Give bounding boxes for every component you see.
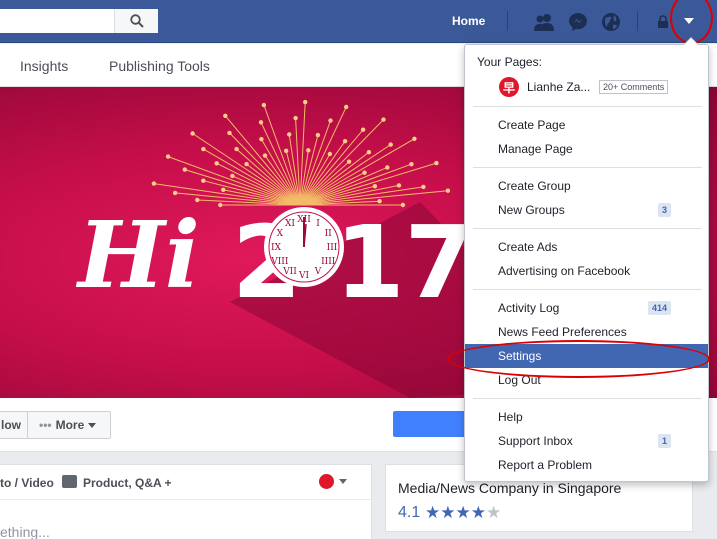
divider [473,228,702,229]
tab-publishing-tools[interactable]: Publishing Tools [109,58,210,74]
dots-icon: ••• [39,418,52,432]
menu-item-label: Advertising on Facebook [498,264,631,278]
cover-text-17: 17 [335,204,474,321]
page-name: Lianhe Za... [527,80,591,94]
page-logo: 早 [499,77,519,97]
product-icon [62,475,77,488]
count-badge: 1 [657,434,671,448]
svg-text:VIII: VIII [270,257,289,267]
divider [473,106,702,107]
privacy-shortcuts-button[interactable] [651,10,675,34]
menu-item-report-problem[interactable]: Report a Problem [465,453,708,477]
messenger-icon [569,13,587,31]
page-shortcut[interactable]: 早 Lianhe Za... 20+ Comments [499,77,699,99]
menu-item-label: Report a Problem [498,458,593,472]
globe-icon [602,13,620,31]
search-icon [129,14,144,28]
svg-text:V: V [314,267,322,277]
composer-input[interactable]: ething... [0,524,50,539]
comments-badge: 20+ Comments [599,80,669,94]
divider [507,11,508,31]
menu-item-label: Activity Log [498,301,560,315]
svg-text:X: X [277,229,284,239]
top-bar: Home [0,0,717,43]
follow-button[interactable]: low [0,411,28,439]
menu-item-settings[interactable]: Settings [465,344,708,368]
menu-item-support-inbox[interactable]: Support Inbox 1 [465,429,708,453]
menu-item-label: Create Ads [498,240,558,254]
product-qa-option[interactable]: Product, Q&A + [83,476,172,490]
menu-item-advertising[interactable]: Advertising on Facebook [465,259,708,283]
friends-icon [534,14,554,31]
count-badge: 3 [657,203,671,217]
caret-down-icon [88,422,97,428]
rating-value: 4.1 [398,504,421,521]
menu-item-help[interactable]: Help [465,405,708,429]
menu-item-create-group[interactable]: Create Group [465,174,708,198]
divider [637,11,638,31]
star-rating[interactable]: ★★★★★ [425,503,501,523]
lock-icon [658,15,668,28]
menu-item-label: News Feed Preferences [498,325,627,339]
messages-button[interactable] [566,10,590,34]
home-link[interactable]: Home [452,14,485,28]
svg-text:VI: VI [298,271,309,281]
count-badge: 414 [647,301,671,315]
menu-item-label: Settings [498,349,542,363]
menu-item-create-ads[interactable]: Create Ads [465,235,708,259]
svg-text:IIII: IIII [321,257,336,267]
page-category: Media/News Company in Singapore [398,480,622,496]
page-avatar[interactable] [319,474,334,489]
friend-requests-button[interactable] [532,10,556,34]
divider [473,398,702,399]
more-button[interactable]: ••• More [27,411,111,439]
svg-text:II: II [325,229,333,239]
more-label: More [55,418,85,432]
composer-options: to / Video Product, Q&A + [0,465,372,500]
menu-item-label: Help [498,410,523,424]
account-dropdown-menu: Your Pages: 早 Lianhe Za... 20+ Comments … [464,37,709,482]
photo-video-option[interactable]: to / Video [0,476,54,490]
menu-item-manage-page[interactable]: Manage Page [465,137,708,161]
divider [473,289,702,290]
account-menu-button[interactable] [678,10,700,32]
svg-text:I: I [316,219,320,229]
primary-action-button[interactable] [393,411,473,437]
cover-text-hi: Hi [75,201,200,309]
divider [473,167,702,168]
search-input[interactable] [0,9,114,33]
menu-item-label: Log Out [498,373,541,387]
caret-down-icon[interactable] [339,479,347,484]
menu-item-activity-log[interactable]: Activity Log 414 [465,296,708,320]
svg-text:VII: VII [282,267,297,277]
menu-item-label: Create Page [498,118,566,132]
your-pages-label: Your Pages: [477,55,542,69]
menu-item-label: Support Inbox [498,434,573,448]
follow-label: low [1,418,21,432]
menu-item-label: Manage Page [498,142,573,156]
menu-item-create-page[interactable]: Create Page [465,113,708,137]
tab-insights[interactable]: Insights [20,58,68,74]
svg-text:IX: IX [271,243,282,253]
menu-item-label: Create Group [498,179,571,193]
search-button[interactable] [114,9,158,33]
menu-item-new-groups[interactable]: New Groups 3 [465,198,708,222]
menu-item-log-out[interactable]: Log Out [465,368,708,392]
svg-text:XI: XI [285,219,295,229]
menu-item-label: New Groups [498,203,565,217]
menu-item-news-feed-preferences[interactable]: News Feed Preferences [465,320,708,344]
notifications-button[interactable] [599,10,623,34]
post-composer: to / Video Product, Q&A + ething... [0,464,372,539]
